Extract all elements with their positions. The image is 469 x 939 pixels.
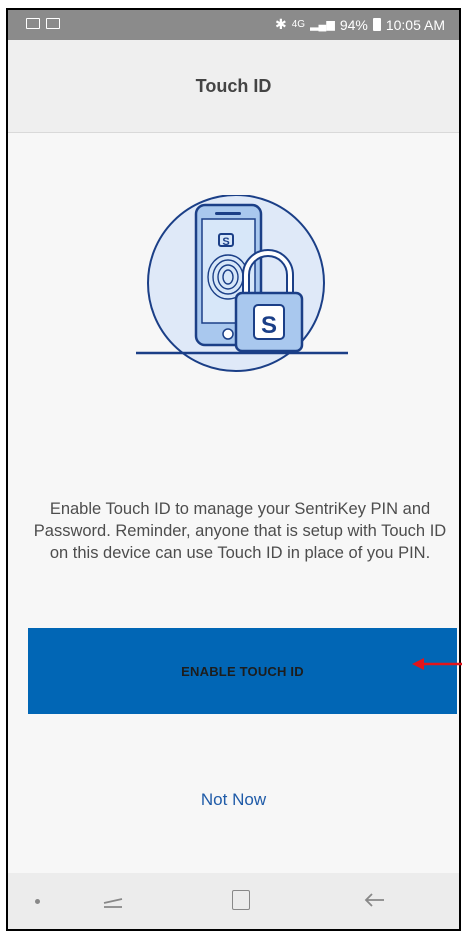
clock: 10:05 AM	[385, 16, 445, 33]
bluetooth-icon: ✱	[275, 16, 287, 32]
svg-text:S: S	[261, 312, 277, 339]
battery-percent: 94%	[339, 16, 368, 33]
app-bar: Touch ID	[8, 40, 459, 133]
signal-icon: ▂▄▆	[310, 19, 335, 31]
navigation-bar	[8, 873, 459, 929]
home-icon[interactable]	[232, 890, 250, 910]
not-now-link[interactable]: Not Now	[8, 790, 459, 810]
back-icon[interactable]	[362, 887, 388, 913]
enable-touch-id-label: ENABLE TOUCH ID	[181, 663, 304, 679]
recent-apps-icon[interactable]	[100, 887, 126, 913]
email-icon	[26, 18, 40, 29]
battery-icon	[372, 18, 381, 31]
image-icon	[46, 18, 60, 29]
page-title: Touch ID	[195, 75, 272, 96]
phone-fingerprint-lock-icon: S S	[136, 195, 348, 372]
red-arrow-annotation	[412, 658, 462, 670]
dot-icon	[35, 899, 40, 904]
enable-touch-id-button[interactable]: ENABLE TOUCH ID	[28, 628, 457, 714]
phone-screen: ✱ 4G ▂▄▆ 94% 10:05 AM Touch ID S S Enabl…	[6, 8, 461, 931]
touch-id-message: Enable Touch ID to manage your SentriKey…	[33, 500, 447, 562]
status-bar: ✱ 4G ▂▄▆ 94% 10:05 AM	[8, 10, 459, 40]
svg-text:S: S	[222, 236, 229, 248]
network-indicator: 4G	[291, 19, 306, 30]
